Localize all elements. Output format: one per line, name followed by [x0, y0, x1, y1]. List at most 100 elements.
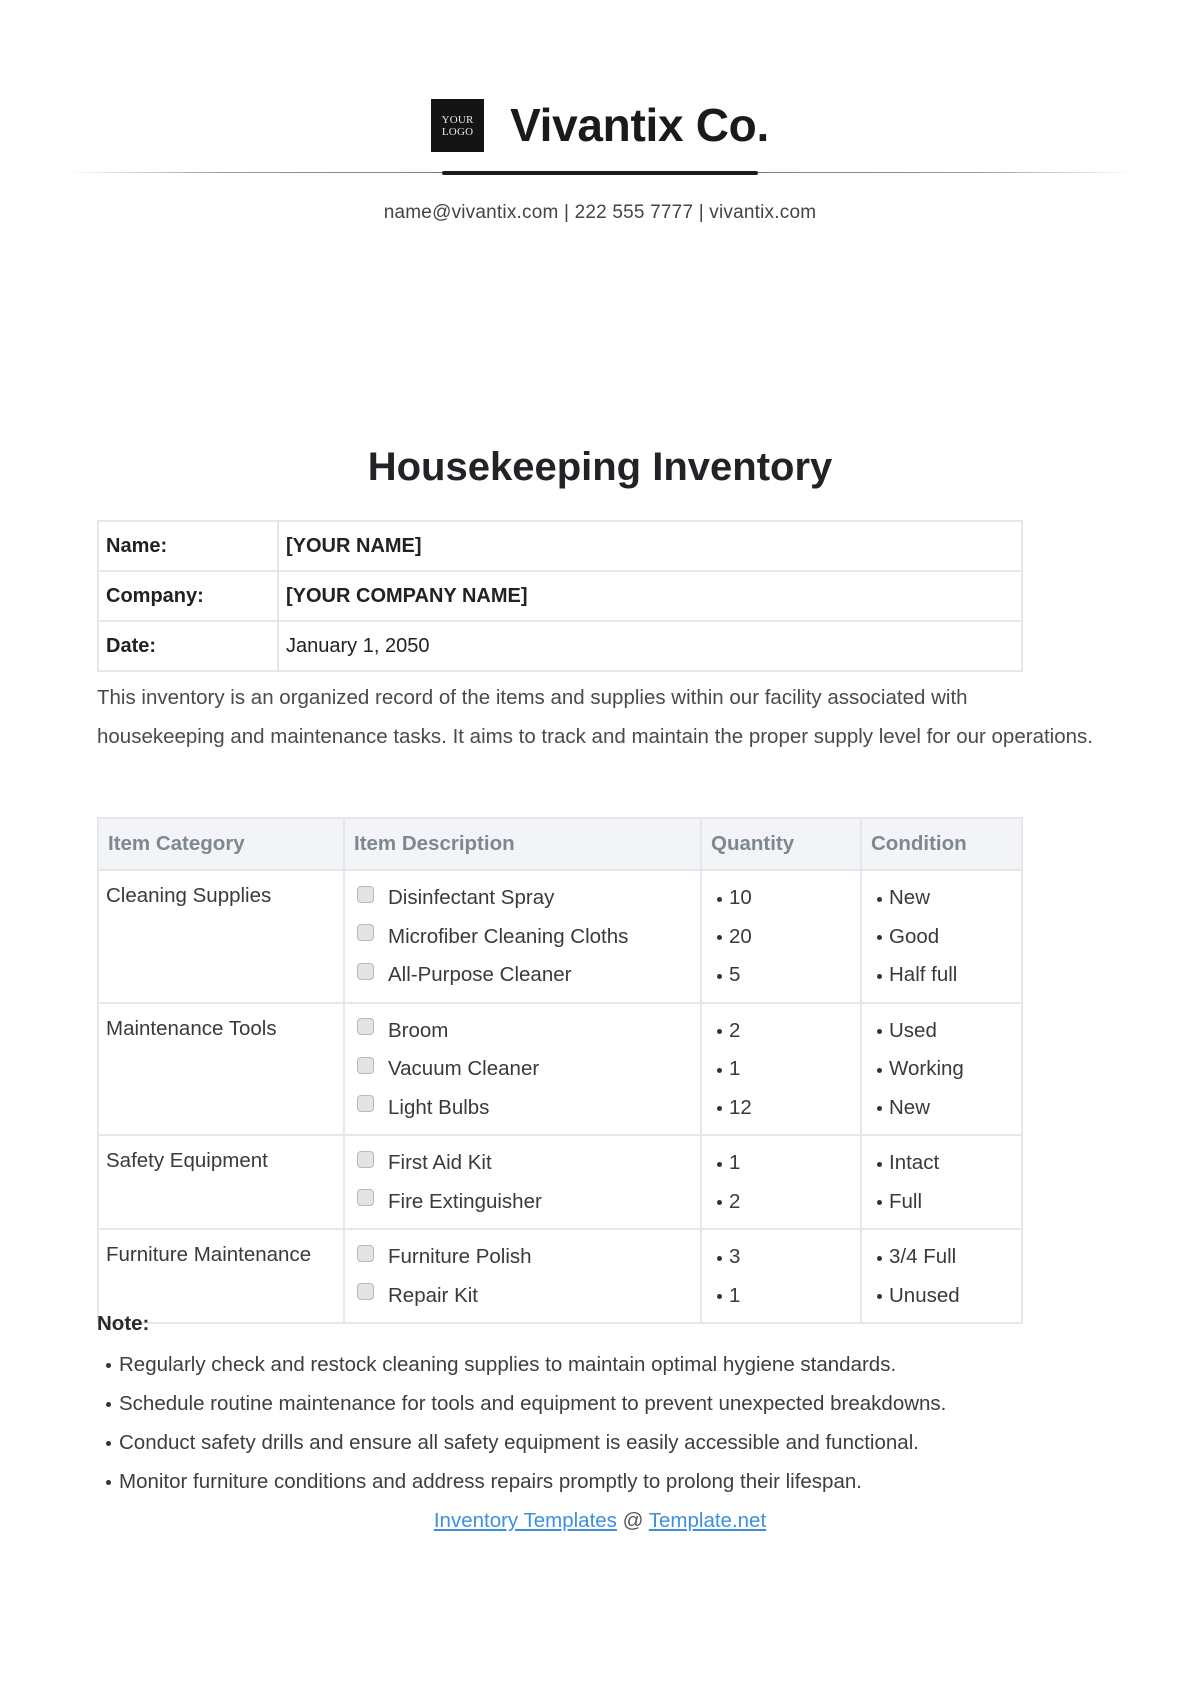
quantity-cell: 2 1 12: [700, 1001, 862, 1136]
bullet-icon: [877, 896, 882, 902]
checkbox[interactable]: [357, 1095, 374, 1113]
inventory-row: Furniture Maintenance Furniture Polish Rep…: [97, 1228, 1023, 1324]
condition-item: New: [869, 1089, 1014, 1128]
checkbox[interactable]: [357, 1244, 374, 1262]
quantity-item: 1: [709, 1050, 853, 1089]
condition-value: Working: [889, 1057, 964, 1080]
quantity-item: 1: [709, 1277, 853, 1316]
quantity-item: 2: [709, 1012, 853, 1051]
header-divider-accent: [442, 171, 758, 175]
quantity-value: 20: [729, 924, 752, 948]
item-description-cell: First Aid Kit Fire Extinguisher: [343, 1134, 702, 1230]
bullet-icon: [877, 1200, 882, 1206]
footer-separator: @: [622, 1509, 644, 1532]
checklist-item: Broom: [352, 1012, 693, 1051]
item-category: Maintenance Tools: [97, 1001, 345, 1136]
bullet-icon: [877, 1161, 882, 1167]
condition-value: Intact: [889, 1151, 940, 1174]
note-item: Schedule routine maintenance for tools a…: [97, 1384, 946, 1423]
quantity-item: 20: [709, 918, 853, 957]
condition-value: Half full: [889, 963, 958, 986]
bullet-icon: [106, 1480, 111, 1485]
contact-info: name@vivantix.com | 222 555 7777 | vivan…: [383, 202, 817, 223]
column-header-quantity: Quantity: [700, 817, 862, 871]
inventory-row: Safety Equipment First Aid Kit Fire Exting…: [97, 1134, 1023, 1230]
quantity-value: 1: [729, 1151, 741, 1174]
footer: Inventory Templates @ Template.net: [0, 1509, 1200, 1533]
checklist-item: All-Purpose Cleaner: [352, 956, 693, 995]
bullet-icon: [877, 935, 882, 941]
company-name: Vivantix Co.: [510, 99, 769, 151]
bullet-icon: [717, 1294, 722, 1300]
bullet-icon: [717, 1255, 722, 1261]
bullet-icon: [877, 1294, 882, 1300]
info-label: Name:: [97, 520, 279, 572]
condition-item: Working: [869, 1050, 1014, 1089]
inventory-row: Maintenance Tools Broom Vacuum Cleaner Ligh…: [97, 1001, 1023, 1136]
condition-value: Full: [889, 1189, 923, 1213]
note-text: Regularly check and restock cleaning sup…: [119, 1353, 897, 1376]
document-title: Housekeeping Inventory: [367, 445, 833, 489]
checkbox[interactable]: [357, 885, 374, 903]
condition-item: Half full: [869, 956, 1014, 995]
item-description: Microfiber Cleaning Cloths: [388, 924, 629, 948]
bullet-icon: [717, 1029, 722, 1035]
bullet-icon: [877, 973, 882, 979]
quantity-value: 12: [729, 1095, 752, 1119]
checkbox[interactable]: [357, 1150, 374, 1168]
item-category: Furniture Maintenance: [97, 1228, 345, 1324]
item-description: Vacuum Cleaner: [388, 1057, 540, 1080]
item-description: Broom: [388, 1018, 449, 1042]
checklist-item: Vacuum Cleaner: [352, 1050, 693, 1089]
checkbox[interactable]: [357, 1018, 374, 1036]
bullet-icon: [717, 896, 722, 902]
condition-item: Good: [869, 918, 1014, 957]
inventory-templates-link[interactable]: Inventory Templates: [434, 1509, 617, 1532]
logo-text-line1: YOUR: [441, 113, 474, 126]
checklist-item: First Aid Kit: [352, 1144, 693, 1183]
info-value-date[interactable]: January 1, 2050: [277, 620, 1023, 672]
quantity-item: 1: [709, 1144, 853, 1183]
checkbox[interactable]: [357, 962, 374, 980]
info-label: Date:: [97, 620, 279, 672]
quantity-item: 2: [709, 1183, 853, 1222]
condition-cell: New Good Half full: [860, 869, 1023, 1004]
column-header-condition: Condition: [860, 817, 1023, 871]
item-description: All-Purpose Cleaner: [388, 963, 572, 986]
info-row-date: Date: January 1, 2050: [97, 620, 1023, 672]
bullet-icon: [877, 1255, 882, 1261]
checklist-item: Light Bulbs: [352, 1089, 693, 1128]
condition-cell: 3/4 Full Unused: [860, 1228, 1023, 1324]
checkbox[interactable]: [357, 1189, 374, 1207]
condition-value: New: [889, 1095, 931, 1119]
info-value-company[interactable]: [YOUR COMPANY NAME]: [277, 570, 1023, 622]
item-description: First Aid Kit: [388, 1151, 492, 1174]
column-header-category: Item Category: [97, 817, 345, 871]
bullet-icon: [717, 1106, 722, 1112]
bullet-icon: [877, 1106, 882, 1112]
bullet-icon: [717, 1161, 722, 1167]
note-item: Regularly check and restock cleaning sup…: [97, 1345, 946, 1384]
condition-item: Unused: [869, 1277, 1014, 1316]
info-label: Company:: [97, 570, 279, 622]
inventory-header-row: Item Category Item Description Quantity …: [97, 817, 1023, 871]
info-value-name[interactable]: [YOUR NAME]: [277, 520, 1023, 572]
item-description-cell: Furniture Polish Repair Kit: [343, 1228, 702, 1324]
item-description: Fire Extinguisher: [388, 1189, 542, 1213]
item-description: Furniture Polish: [388, 1245, 532, 1268]
checkbox[interactable]: [357, 1056, 374, 1074]
condition-item: New: [869, 879, 1014, 918]
condition-item: Used: [869, 1012, 1014, 1051]
bullet-icon: [717, 1200, 722, 1206]
quantity-item: 10: [709, 879, 853, 918]
quantity-cell: 12: [700, 1134, 862, 1230]
condition-value: Good: [889, 924, 940, 948]
condition-item: 3/4 Full: [869, 1238, 1014, 1277]
quantity-value: 2: [729, 1018, 741, 1042]
bullet-icon: [106, 1363, 111, 1368]
checkbox[interactable]: [357, 924, 374, 942]
checkbox[interactable]: [357, 1283, 374, 1301]
bullet-icon: [717, 1067, 722, 1073]
column-header-description: Item Description: [343, 817, 702, 871]
template-net-link[interactable]: Template.net: [649, 1509, 766, 1532]
